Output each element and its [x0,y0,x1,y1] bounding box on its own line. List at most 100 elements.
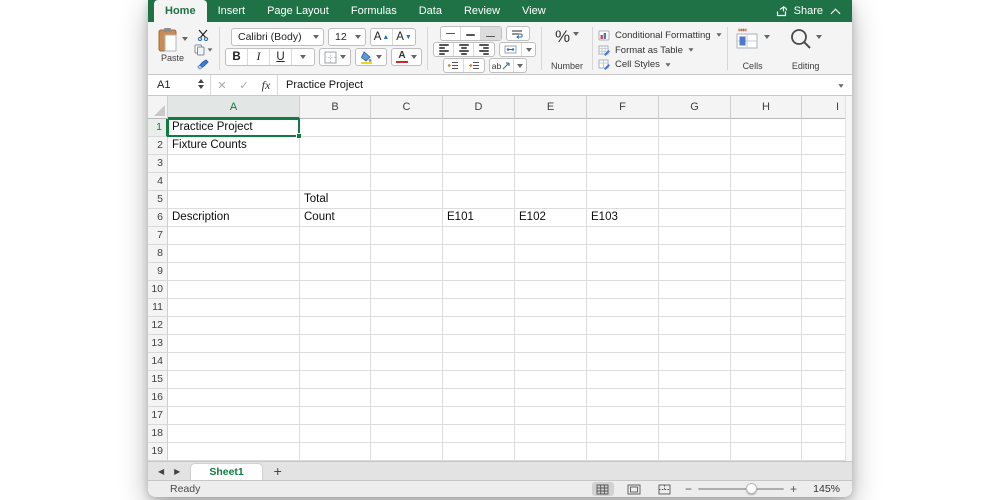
cell-G16[interactable] [659,389,731,407]
cell-A13[interactable] [168,335,300,353]
cell-F2[interactable] [587,137,659,155]
cell-C14[interactable] [371,353,443,371]
collapse-ribbon-icon[interactable] [831,7,840,16]
cell-G8[interactable] [659,245,731,263]
cell-G17[interactable] [659,407,731,425]
cell-C15[interactable] [371,371,443,389]
cell-B15[interactable] [300,371,371,389]
row-header-13[interactable]: 13 [148,335,168,353]
cell-A15[interactable] [168,371,300,389]
cell-G9[interactable] [659,263,731,281]
cell-B5[interactable]: Total [300,191,371,209]
fill-handle[interactable] [296,133,302,139]
cell-C16[interactable] [371,389,443,407]
align-right-button[interactable] [474,43,494,56]
cell-A2[interactable]: Fixture Counts [168,137,300,155]
name-box-stepper-icon[interactable] [198,79,204,89]
page-break-view-button[interactable] [654,482,676,496]
cell-A3[interactable] [168,155,300,173]
cell-H19[interactable] [731,443,802,461]
number-format-button[interactable]: % [555,27,580,47]
column-header-f[interactable]: F [587,96,659,119]
cell-E7[interactable] [515,227,587,245]
format-painter-button[interactable] [192,58,214,71]
zoom-slider-track[interactable] [697,483,784,494]
cell-H3[interactable] [731,155,802,173]
row-header-6[interactable]: 6 [148,209,168,227]
cell-B2[interactable] [300,137,371,155]
row-header-9[interactable]: 9 [148,263,168,281]
cell-H2[interactable] [731,137,802,155]
cell-E17[interactable] [515,407,587,425]
cell-E16[interactable] [515,389,587,407]
cell-C13[interactable] [371,335,443,353]
cell-B11[interactable] [300,299,371,317]
cell-A19[interactable] [168,443,300,461]
decrease-font-size-button[interactable]: A ▼ [393,29,415,45]
cell-C19[interactable] [371,443,443,461]
cell-D10[interactable] [443,281,515,299]
increase-font-size-button[interactable]: A ▲ [371,29,393,45]
cell-B19[interactable] [300,443,371,461]
cell-A4[interactable] [168,173,300,191]
cell-E18[interactable] [515,425,587,443]
page-layout-view-button[interactable] [623,482,645,496]
row-header-1[interactable]: 1 [148,119,168,137]
row-header-11[interactable]: 11 [148,299,168,317]
cell-D17[interactable] [443,407,515,425]
cell-D19[interactable] [443,443,515,461]
cell-F5[interactable] [587,191,659,209]
editing-button[interactable] [789,27,823,53]
row-header-14[interactable]: 14 [148,353,168,371]
cell-D9[interactable] [443,263,515,281]
cancel-button[interactable]: ✕ [211,79,233,92]
cell-D5[interactable] [443,191,515,209]
cell-C10[interactable] [371,281,443,299]
cell-F7[interactable] [587,227,659,245]
cell-G2[interactable] [659,137,731,155]
cell-A18[interactable] [168,425,300,443]
select-all-corner[interactable] [148,96,168,119]
align-bottom-button[interactable] [480,27,501,40]
sheet-tab-sheet1[interactable]: Sheet1 [190,463,263,480]
cell-D6[interactable]: E101 [443,209,515,227]
cell-B17[interactable] [300,407,371,425]
add-sheet-button[interactable]: + [263,462,293,480]
underline-button[interactable]: U [270,49,292,65]
normal-view-button[interactable] [591,482,614,496]
cell-F9[interactable] [587,263,659,281]
cell-C11[interactable] [371,299,443,317]
row-header-3[interactable]: 3 [148,155,168,173]
cell-D14[interactable] [443,353,515,371]
cell-H1[interactable] [731,119,802,137]
cell-F12[interactable] [587,317,659,335]
zoom-slider-thumb[interactable] [745,483,757,494]
cell-F19[interactable] [587,443,659,461]
cells-button[interactable] [735,27,771,53]
row-header-2[interactable]: 2 [148,137,168,155]
cell-B14[interactable] [300,353,371,371]
zoom-in-icon[interactable]: + [790,482,797,496]
cell-D13[interactable] [443,335,515,353]
cell-B13[interactable] [300,335,371,353]
align-left-button[interactable] [434,43,454,56]
cell-G6[interactable] [659,209,731,227]
cell-H10[interactable] [731,281,802,299]
cell-A5[interactable] [168,191,300,209]
cell-H18[interactable] [731,425,802,443]
cell-B10[interactable] [300,281,371,299]
cell-B7[interactable] [300,227,371,245]
align-center-button[interactable] [454,43,474,56]
row-header-19[interactable]: 19 [148,443,168,461]
cell-H16[interactable] [731,389,802,407]
cell-A8[interactable] [168,245,300,263]
cut-button[interactable] [192,28,214,41]
font-name-combo[interactable]: Calibri (Body) [231,28,324,46]
font-color-button[interactable]: A [391,48,422,66]
font-size-combo[interactable]: 12 [328,28,366,46]
zoom-slider[interactable]: − + [685,482,797,496]
cell-D1[interactable] [443,119,515,137]
cell-H14[interactable] [731,353,802,371]
cell-G19[interactable] [659,443,731,461]
cell-F11[interactable] [587,299,659,317]
